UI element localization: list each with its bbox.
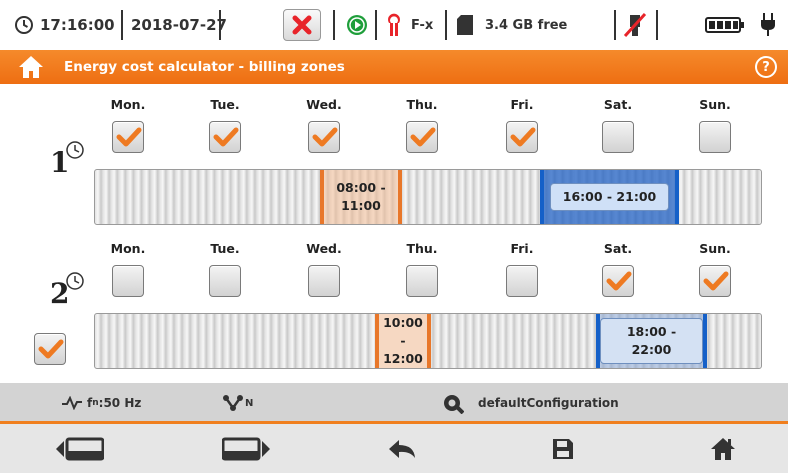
power-plug-icon (760, 0, 776, 50)
clock-icon (14, 0, 34, 50)
zone-2-timeline[interactable]: 10:00 - 12:00 18:00 - 22:00 (94, 313, 762, 369)
status-separator (219, 10, 221, 40)
title-bar: Energy cost calculator - billing zones ? (0, 50, 788, 84)
zone-1-range-2-label: 16:00 - 21:00 (549, 183, 670, 211)
record-play-icon (346, 0, 368, 50)
sd-card-icon (457, 0, 473, 50)
close-icon (292, 15, 312, 35)
help-button[interactable]: ? (755, 56, 777, 78)
zone-1-day-checkbox[interactable] (209, 121, 241, 153)
zone-1-range-1[interactable]: 08:00 - 11:00 (320, 170, 402, 224)
zone-1-day-label: Mon. (110, 97, 146, 112)
screen-prev-icon (56, 437, 104, 460)
zone-1-day-checkbox[interactable] (112, 121, 144, 153)
zone-1-day-checkbox[interactable] (699, 121, 731, 153)
status-date: 2018-07-27 (131, 16, 227, 34)
zone-2-day-label: Mon. (110, 241, 146, 256)
zone-2-day-label: Wed. (306, 241, 342, 256)
zone-2-day-label: Sun. (699, 241, 731, 256)
previous-screen-button[interactable] (20, 424, 140, 473)
zone-1-day-label: Tue. (210, 97, 240, 112)
zone-1-day-checkbox[interactable] (406, 121, 438, 153)
zone-1-range-2[interactable]: 16:00 - 21:00 (540, 170, 679, 224)
network-type-info: N (222, 383, 253, 423)
status-separator (375, 10, 377, 40)
status-separator (333, 10, 335, 40)
home-button[interactable] (663, 424, 783, 473)
config-gear-icon (444, 395, 464, 414)
back-arrow-icon (389, 439, 415, 458)
zone-1-day-checkbox[interactable] (506, 121, 538, 153)
clamp-label: F-x (411, 17, 434, 33)
home-icon (711, 437, 735, 460)
zone-2-day-label: Fri. (510, 241, 534, 256)
waveform-icon (62, 396, 82, 410)
check-icon (213, 127, 239, 147)
zone-2-range-2-label: 18:00 - 22:00 (600, 318, 703, 364)
status-separator (445, 10, 447, 40)
network-sub: N (245, 397, 254, 409)
status-separator (656, 10, 658, 40)
frequency-value: :50 Hz (98, 396, 142, 410)
save-button[interactable] (503, 424, 623, 473)
zone-1-day-label: Fri. (510, 97, 534, 112)
network-topology-icon (223, 395, 243, 411)
memory-free: 3.4 GB free (485, 17, 568, 33)
zone-2-day-label: Thu. (406, 241, 438, 256)
zone-1-day-label: Sun. (699, 97, 731, 112)
status-separator (121, 10, 123, 40)
config-name: defaultConfiguration (478, 396, 619, 410)
bottom-toolbar (0, 424, 788, 473)
check-icon (116, 127, 142, 147)
check-icon (410, 127, 436, 147)
check-icon (703, 271, 729, 291)
usb-disconnected-icon (622, 0, 648, 50)
zone-2-day-checkbox[interactable] (506, 265, 538, 297)
zone-2-day-label: Tue. (210, 241, 240, 256)
zone-1-day-checkbox[interactable] (308, 121, 340, 153)
zone-1-day-label: Sat. (603, 97, 633, 112)
zone-1-day-label: Thu. (406, 97, 438, 112)
next-screen-button[interactable] (186, 424, 306, 473)
status-separator (614, 10, 616, 40)
zone-2-range-1-label: 10:00 - 12:00 (379, 314, 427, 368)
save-icon (553, 438, 573, 459)
zone-2-day-checkbox[interactable] (602, 265, 634, 297)
zone-1-day-label: Wed. (306, 97, 342, 112)
range-end: 12:00 (383, 351, 423, 366)
check-icon (510, 127, 536, 147)
back-button[interactable] (342, 424, 462, 473)
zone-1-range-1-label: 08:00 - 11:00 (336, 179, 385, 215)
zone-2-day-checkbox[interactable] (209, 265, 241, 297)
home-icon[interactable] (18, 55, 44, 83)
zone-2-day-checkbox[interactable] (112, 265, 144, 297)
zone-1-day-checkbox[interactable] (602, 121, 634, 153)
zone-1-timeline[interactable]: 08:00 - 11:00 16:00 - 21:00 (94, 169, 762, 225)
frequency-info: f n:50 Hz (62, 383, 141, 423)
status-time: 17:16:00 (40, 16, 115, 34)
range-start: 08:00 - (336, 180, 386, 195)
zone-2-enable-checkbox[interactable] (34, 333, 66, 365)
zone-2-day-label: Sat. (603, 241, 633, 256)
status-bar: 17:16:00 2018-07-27 F-x 3.4 GB free (0, 0, 788, 50)
zone-2-day-checkbox[interactable] (308, 265, 340, 297)
current-clamp-icon (385, 0, 403, 50)
range-end: 11:00 (341, 198, 381, 213)
info-bar: f n:50 Hz N defaultConfiguration (0, 383, 788, 423)
battery-icon (705, 0, 745, 50)
zone-2-clock-icon: 2 (48, 271, 88, 310)
page-title: Energy cost calculator - billing zones (64, 59, 345, 75)
configuration-info: defaultConfiguration (442, 383, 619, 423)
zone-2-day-checkbox[interactable] (699, 265, 731, 297)
zone-2-range-2[interactable]: 18:00 - 22:00 (596, 314, 707, 368)
range-start: 10:00 - (383, 315, 423, 348)
zone-1-clock-icon: 1 (48, 140, 88, 179)
close-button[interactable] (283, 9, 321, 41)
zone-2-range-1[interactable]: 10:00 - 12:00 (375, 314, 431, 368)
check-icon (606, 271, 632, 291)
check-icon (312, 127, 338, 147)
zone-2-day-checkbox[interactable] (406, 265, 438, 297)
screen-next-icon (222, 437, 270, 460)
